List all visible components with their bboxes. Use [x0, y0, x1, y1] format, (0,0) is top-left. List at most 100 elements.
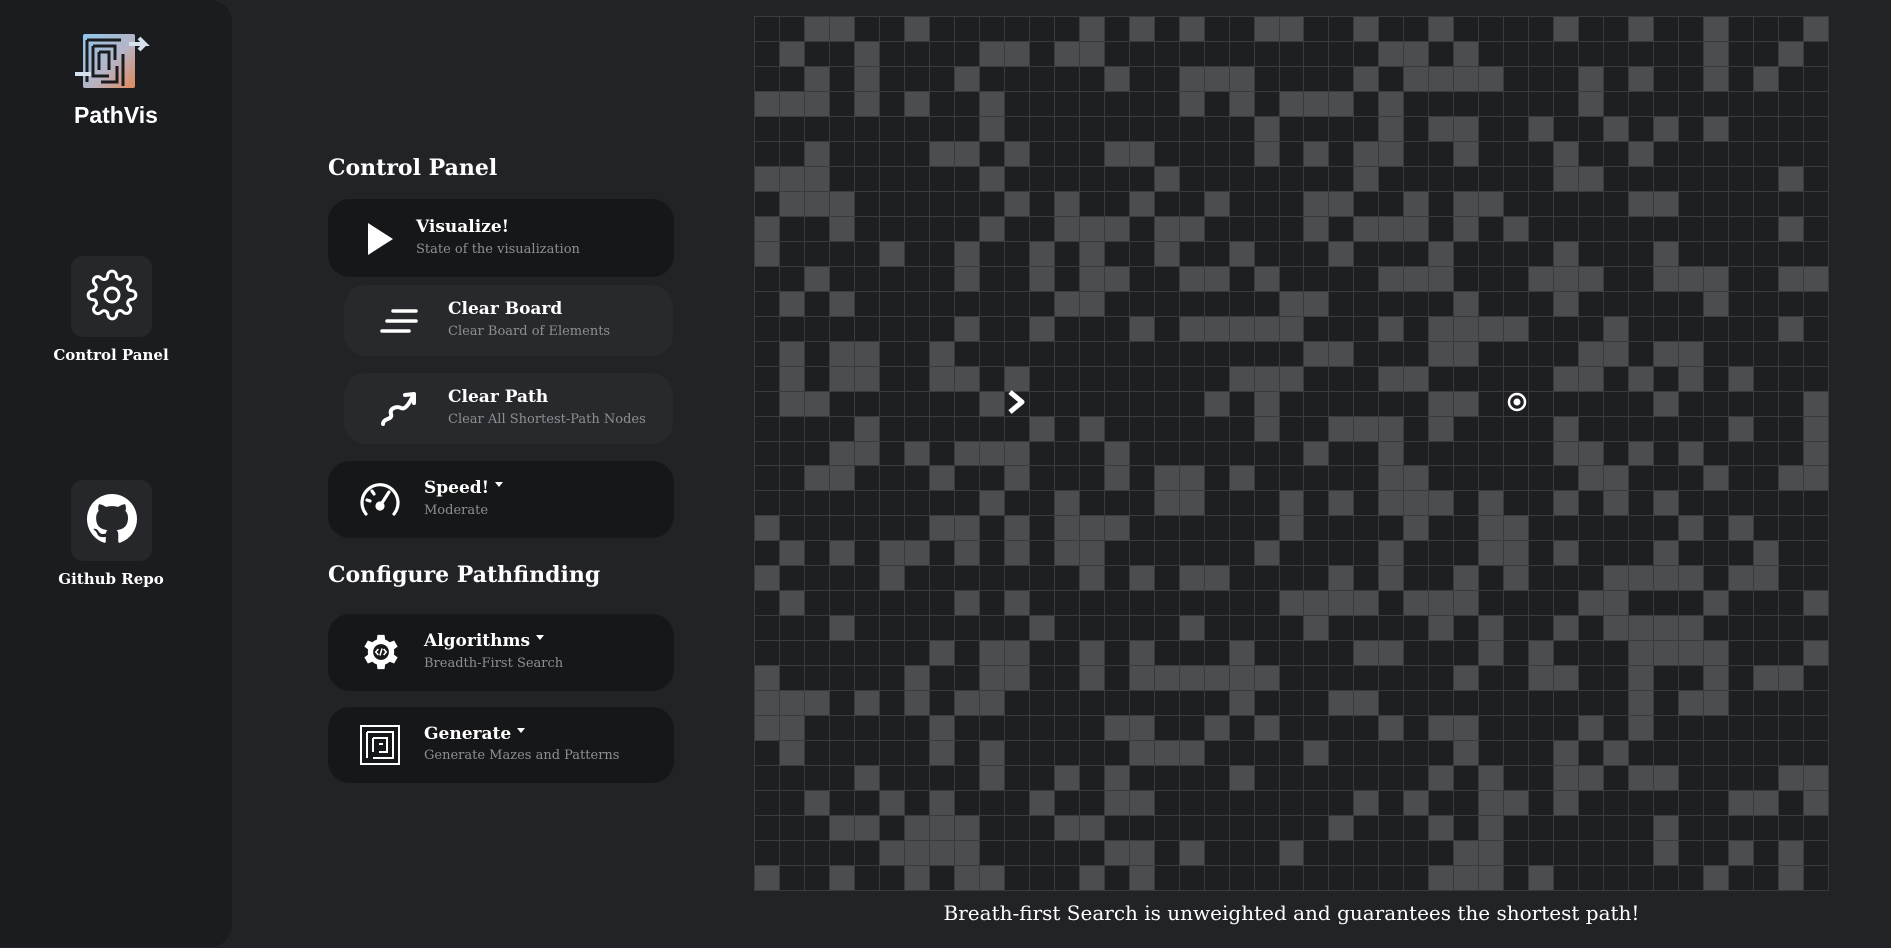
grid-cell[interactable]	[1079, 441, 1104, 466]
wall-cell[interactable]	[1654, 266, 1679, 291]
wall-cell[interactable]	[1279, 91, 1304, 116]
grid-cell[interactable]	[1604, 391, 1629, 416]
grid-cell[interactable]	[829, 516, 854, 541]
grid-cell[interactable]	[1304, 466, 1329, 491]
grid-cell[interactable]	[1329, 766, 1354, 791]
grid-cell[interactable]	[1204, 816, 1229, 841]
grid-cell[interactable]	[1404, 716, 1429, 741]
grid-cell[interactable]	[1554, 216, 1579, 241]
wall-cell[interactable]	[755, 691, 779, 716]
grid-cell[interactable]	[1804, 541, 1828, 566]
wall-cell[interactable]	[1454, 391, 1479, 416]
wall-cell[interactable]	[1554, 616, 1579, 641]
wall-cell[interactable]	[1554, 266, 1579, 291]
grid-cell[interactable]	[954, 466, 979, 491]
grid-cell[interactable]	[1429, 291, 1454, 316]
grid-cell[interactable]	[1779, 17, 1804, 41]
grid-cell[interactable]	[1304, 316, 1329, 341]
grid-cell[interactable]	[1029, 516, 1054, 541]
grid-cell[interactable]	[1229, 416, 1254, 441]
grid-cell[interactable]	[879, 466, 904, 491]
grid-cell[interactable]	[1004, 91, 1029, 116]
wall-cell[interactable]	[904, 441, 929, 466]
grid-cell[interactable]	[1504, 866, 1529, 890]
grid-cell[interactable]	[1504, 816, 1529, 841]
grid-cell[interactable]	[1404, 141, 1429, 166]
grid-cell[interactable]	[1404, 166, 1429, 191]
grid-cell[interactable]	[979, 416, 1004, 441]
grid-cell[interactable]	[804, 116, 829, 141]
grid-cell[interactable]	[1054, 266, 1079, 291]
grid-cell[interactable]	[1529, 391, 1554, 416]
grid-cell[interactable]	[1604, 866, 1629, 890]
grid-cell[interactable]	[929, 866, 954, 890]
wall-cell[interactable]	[1004, 441, 1029, 466]
grid-cell[interactable]	[1029, 41, 1054, 66]
wall-cell[interactable]	[1229, 766, 1254, 791]
wall-cell[interactable]	[1604, 341, 1629, 366]
wall-cell[interactable]	[1054, 191, 1079, 216]
grid-cell[interactable]	[1504, 91, 1529, 116]
wall-cell[interactable]	[979, 491, 1004, 516]
grid-cell[interactable]	[1404, 17, 1429, 41]
grid-cell[interactable]	[1404, 666, 1429, 691]
grid-cell[interactable]	[954, 641, 979, 666]
wall-cell[interactable]	[1179, 466, 1204, 491]
grid-cell[interactable]	[1654, 166, 1679, 191]
grid-cell[interactable]	[879, 641, 904, 666]
grid-cell[interactable]	[1304, 491, 1329, 516]
grid-cell[interactable]	[1479, 41, 1504, 66]
wall-cell[interactable]	[1629, 641, 1654, 666]
wall-cell[interactable]	[1704, 116, 1729, 141]
wall-cell[interactable]	[979, 116, 1004, 141]
grid-cell[interactable]	[879, 416, 904, 441]
wall-cell[interactable]	[1179, 66, 1204, 91]
grid-cell[interactable]	[1604, 441, 1629, 466]
grid-cell[interactable]	[1079, 716, 1104, 741]
grid-cell[interactable]	[1779, 691, 1804, 716]
wall-cell[interactable]	[1179, 17, 1204, 41]
grid-cell[interactable]	[1054, 591, 1079, 616]
grid-cell[interactable]	[1129, 491, 1154, 516]
grid-cell[interactable]	[1279, 541, 1304, 566]
wall-cell[interactable]	[904, 91, 929, 116]
grid-cell[interactable]	[1154, 516, 1179, 541]
grid-cell[interactable]	[1279, 116, 1304, 141]
grid-cell[interactable]	[929, 91, 954, 116]
grid-cell[interactable]	[1729, 166, 1754, 191]
grid-cell[interactable]	[1804, 816, 1828, 841]
grid-cell[interactable]	[954, 41, 979, 66]
grid-cell[interactable]	[1329, 216, 1354, 241]
grid-cell[interactable]	[979, 466, 1004, 491]
grid-cell[interactable]	[1329, 841, 1354, 866]
grid-cell[interactable]	[1279, 866, 1304, 890]
wall-cell[interactable]	[929, 141, 954, 166]
grid-cell[interactable]	[1679, 166, 1704, 191]
grid-cell[interactable]	[1429, 566, 1454, 591]
wall-cell[interactable]	[804, 191, 829, 216]
grid-cell[interactable]	[779, 441, 804, 466]
grid-cell[interactable]	[779, 116, 804, 141]
grid-cell[interactable]	[1179, 816, 1204, 841]
grid-cell[interactable]	[804, 616, 829, 641]
grid-cell[interactable]	[1379, 516, 1404, 541]
wall-cell[interactable]	[829, 866, 854, 890]
grid-cell[interactable]	[1279, 216, 1304, 241]
grid-cell[interactable]	[1104, 591, 1129, 616]
wall-cell[interactable]	[1804, 791, 1828, 816]
wall-cell[interactable]	[1379, 566, 1404, 591]
grid-cell[interactable]	[1729, 241, 1754, 266]
wall-cell[interactable]	[979, 441, 1004, 466]
grid-cell[interactable]	[1729, 866, 1754, 890]
grid-cell[interactable]	[1404, 91, 1429, 116]
grid-cell[interactable]	[1304, 166, 1329, 191]
grid-cell[interactable]	[854, 591, 879, 616]
wall-cell[interactable]	[1329, 566, 1354, 591]
grid-cell[interactable]	[1129, 441, 1154, 466]
wall-cell[interactable]	[1654, 191, 1679, 216]
wall-cell[interactable]	[1429, 491, 1454, 516]
wall-cell[interactable]	[1579, 266, 1604, 291]
grid-cell[interactable]	[1029, 391, 1054, 416]
grid-cell[interactable]	[1654, 691, 1679, 716]
grid-cell[interactable]	[879, 316, 904, 341]
